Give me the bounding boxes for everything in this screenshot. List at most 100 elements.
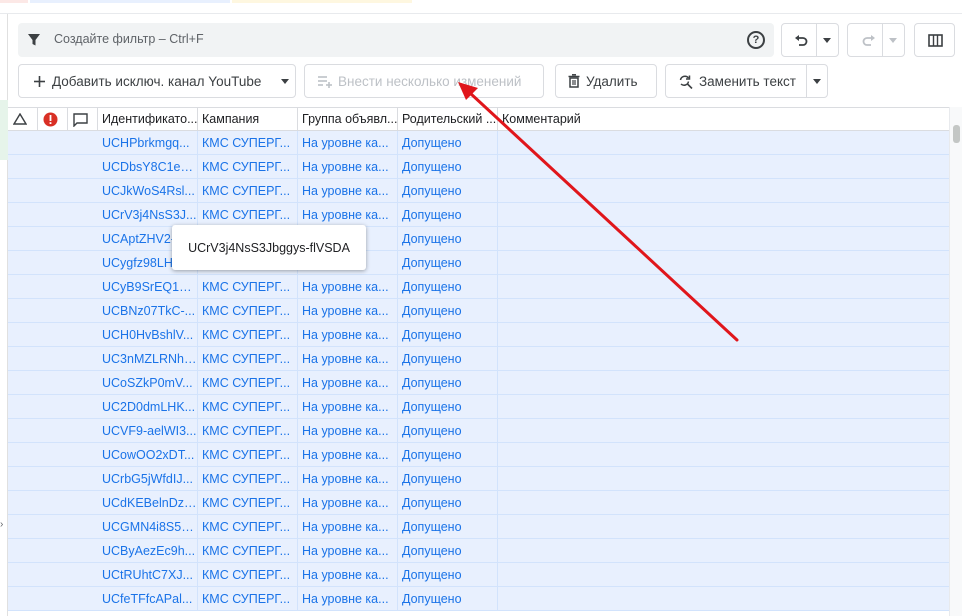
chevron-down-icon[interactable] xyxy=(823,38,831,43)
cell-identifier[interactable]: UCVF9-aelWI3... xyxy=(98,419,198,443)
cell-identifier[interactable]: UCH0HvBshlV... xyxy=(98,323,198,347)
header-error-column[interactable] xyxy=(38,108,68,131)
cell-campaign[interactable]: КМС СУПЕРГ... xyxy=(198,275,298,299)
cell-ad-group[interactable]: На уровне ка... xyxy=(298,563,398,587)
cell-ad-group[interactable]: На уровне ка... xyxy=(298,395,398,419)
cell-ad-group[interactable]: На уровне ка... xyxy=(298,371,398,395)
cell-identifier[interactable]: UCfeTFfcAPal... xyxy=(98,587,198,611)
cell-identifier[interactable]: UCoSZkP0mV... xyxy=(98,371,198,395)
chevron-down-icon[interactable] xyxy=(813,79,821,84)
cell-ad-group[interactable]: На уровне ка... xyxy=(298,467,398,491)
cell-ad-group[interactable]: На уровне ка... xyxy=(298,491,398,515)
header-parent[interactable]: Родительский ... xyxy=(398,108,498,131)
table-row[interactable]: UCyB9SrEQ1KI... КМС СУПЕРГ... На уровне ка… xyxy=(8,275,949,299)
table-row[interactable]: UCH0HvBshlV... КМС СУПЕРГ... На уровне ка.… xyxy=(8,323,949,347)
cell-ad-group[interactable]: На уровне ка... xyxy=(298,515,398,539)
cell-ad-group[interactable]: На уровне ка... xyxy=(298,539,398,563)
undo-icon[interactable] xyxy=(794,34,808,48)
cell-ad-group[interactable]: На уровне ка... xyxy=(298,203,398,227)
table-row[interactable]: UCBNz07TkC-... КМС СУПЕРГ... На уровне ка.… xyxy=(8,299,949,323)
header-warning-column[interactable] xyxy=(8,108,38,131)
cell-identifier[interactable]: UCByAezEc9h... xyxy=(98,539,198,563)
table-row[interactable]: UCowOO2xDT... КМС СУПЕРГ... На уровне ка..… xyxy=(8,443,949,467)
table-row[interactable]: UC3nMZLRNh-... КМС СУПЕРГ... На уровне ка.… xyxy=(8,347,949,371)
table-row[interactable]: UCAptZHV2-... Допущено xyxy=(8,227,949,251)
cell-ad-group[interactable]: На уровне ка... xyxy=(298,155,398,179)
cell-campaign[interactable]: КМС СУПЕРГ... xyxy=(198,347,298,371)
cell-identifier[interactable]: UCGMN4i8S50... xyxy=(98,515,198,539)
cell-campaign[interactable]: КМС СУПЕРГ... xyxy=(198,467,298,491)
cell-campaign[interactable]: КМС СУПЕРГ... xyxy=(198,563,298,587)
cell-identifier[interactable]: UC3nMZLRNh-... xyxy=(98,347,198,371)
cell-ad-group[interactable]: На уровне ка... xyxy=(298,443,398,467)
cell-campaign[interactable]: КМС СУПЕРГ... xyxy=(198,323,298,347)
cell-parent-status: Допущено xyxy=(398,515,498,539)
cell-campaign[interactable]: КМС СУПЕРГ... xyxy=(198,419,298,443)
table-row[interactable]: UCrbG5jWfdIJ... КМС СУПЕРГ... На уровне ка… xyxy=(8,467,949,491)
table-row[interactable]: UCJkWoS4Rsl... КМС СУПЕРГ... На уровне ка.… xyxy=(8,179,949,203)
table-row[interactable]: UCGMN4i8S50... КМС СУПЕРГ... На уровне ка.… xyxy=(8,515,949,539)
cell-ad-group[interactable]: На уровне ка... xyxy=(298,323,398,347)
cell-ad-group[interactable]: На уровне ка... xyxy=(298,419,398,443)
bulk-edit-button[interactable]: Внести несколько изменений xyxy=(304,64,544,98)
cell-campaign[interactable]: КМС СУПЕРГ... xyxy=(198,203,298,227)
cell-identifier[interactable]: UCBNz07TkC-... xyxy=(98,299,198,323)
table-row[interactable]: UCygfz98LH... Допущено xyxy=(8,251,949,275)
cell-identifier[interactable]: UCrV3j4NsS3J... xyxy=(98,203,198,227)
cell-identifier[interactable]: UCowOO2xDT... xyxy=(98,443,198,467)
table-row[interactable]: UCfeTFfcAPal... КМС СУПЕРГ... На уровне ка… xyxy=(8,587,949,611)
cell-ad-group[interactable]: На уровне ка... xyxy=(298,179,398,203)
cell-ad-group[interactable]: На уровне ка... xyxy=(298,587,398,611)
cell-campaign[interactable]: КМС СУПЕРГ... xyxy=(198,299,298,323)
header-comment[interactable]: Комментарий xyxy=(498,108,949,131)
header-campaign[interactable]: Кампания xyxy=(198,108,298,131)
scrollbar-thumb[interactable] xyxy=(953,125,960,143)
redo-split-button[interactable] xyxy=(847,23,905,57)
table-row[interactable]: UCVF9-aelWI3... КМС СУПЕРГ... На уровне ка… xyxy=(8,419,949,443)
help-circle-icon[interactable]: ? xyxy=(747,31,765,49)
cell-ad-group[interactable]: На уровне ка... xyxy=(298,299,398,323)
columns-button[interactable] xyxy=(914,23,955,57)
header-comment-column[interactable] xyxy=(68,108,98,131)
table-row[interactable]: UCdKEBelnDzi... КМС СУПЕРГ... На уровне ка… xyxy=(8,491,949,515)
cell-campaign[interactable]: КМС СУПЕРГ... xyxy=(198,371,298,395)
table-row[interactable]: UCrV3j4NsS3J... КМС СУПЕРГ... На уровне ка… xyxy=(8,203,949,227)
cell-ad-group[interactable]: На уровне ка... xyxy=(298,131,398,155)
cell-ad-group[interactable]: На уровне ка... xyxy=(298,275,398,299)
cell-identifier[interactable]: UCtRUhtC7XJ... xyxy=(98,563,198,587)
cell-ad-group[interactable]: На уровне ка... xyxy=(298,347,398,371)
table-row[interactable]: UC2D0dmLHK... КМС СУПЕРГ... На уровне ка..… xyxy=(8,395,949,419)
cell-campaign[interactable]: КМС СУПЕРГ... xyxy=(198,179,298,203)
replace-text-split-button[interactable]: Заменить текст xyxy=(665,64,828,98)
cell-identifier[interactable]: UCDbsY8C1eQ... xyxy=(98,155,198,179)
vertical-scrollbar[interactable] xyxy=(949,107,962,616)
cell-campaign[interactable]: КМС СУПЕРГ... xyxy=(198,539,298,563)
filter-bar[interactable]: Создайте фильтр – Ctrl+F ? xyxy=(18,23,774,57)
cell-identifier[interactable]: UCrbG5jWfdIJ... xyxy=(98,467,198,491)
cell-campaign[interactable]: КМС СУПЕРГ... xyxy=(198,395,298,419)
cell-campaign[interactable]: КМС СУПЕРГ... xyxy=(198,131,298,155)
cell-identifier[interactable]: UCyB9SrEQ1KI... xyxy=(98,275,198,299)
header-identifier[interactable]: Идентификато... xyxy=(98,108,198,131)
cell-campaign[interactable]: КМС СУПЕРГ... xyxy=(198,155,298,179)
chevron-down-icon[interactable] xyxy=(281,79,289,84)
cell-identifier[interactable]: UCHPbrkmgq... xyxy=(98,131,198,155)
cell-campaign[interactable]: КМС СУПЕРГ... xyxy=(198,515,298,539)
table-row[interactable]: UCHPbrkmgq... КМС СУПЕРГ... На уровне ка..… xyxy=(8,131,949,155)
cell-identifier[interactable]: UCdKEBelnDzi... xyxy=(98,491,198,515)
table-row[interactable]: UCoSZkP0mV... КМС СУПЕРГ... На уровне ка..… xyxy=(8,371,949,395)
cell-campaign[interactable]: КМС СУПЕРГ... xyxy=(198,587,298,611)
cell-campaign[interactable]: КМС СУПЕРГ... xyxy=(198,443,298,467)
cell-identifier[interactable]: UC2D0dmLHK... xyxy=(98,395,198,419)
redo-icon[interactable] xyxy=(862,34,876,48)
undo-split-button[interactable] xyxy=(781,23,839,57)
cell-campaign[interactable]: КМС СУПЕРГ... xyxy=(198,491,298,515)
table-row[interactable]: UCDbsY8C1eQ... КМС СУПЕРГ... На уровне ка.… xyxy=(8,155,949,179)
table-row[interactable]: UCByAezEc9h... КМС СУПЕРГ... На уровне ка.… xyxy=(8,539,949,563)
chevron-down-icon[interactable] xyxy=(889,38,897,43)
delete-button[interactable]: Удалить xyxy=(555,64,657,98)
cell-identifier[interactable]: UCJkWoS4Rsl... xyxy=(98,179,198,203)
table-row[interactable]: UCtRUhtC7XJ... КМС СУПЕРГ... На уровне ка.… xyxy=(8,563,949,587)
header-ad-group[interactable]: Группа объявл... xyxy=(298,108,398,131)
add-exclusion-button[interactable]: Добавить исключ. канал YouTube xyxy=(18,64,296,98)
